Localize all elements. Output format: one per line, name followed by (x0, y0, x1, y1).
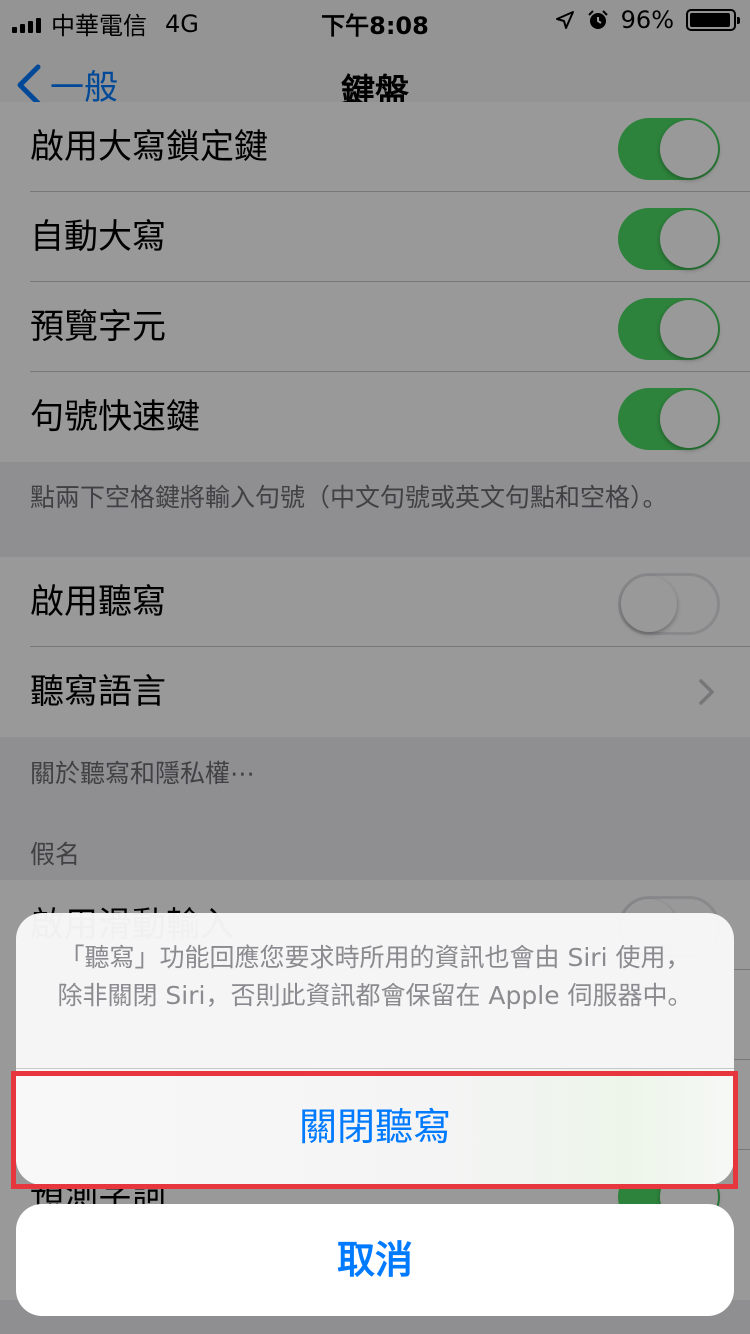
highlight-annotation-box (11, 1071, 738, 1189)
action-sheet-message: 「聽寫」功能回應您要求時所用的資訊也會由 Siri 使用，除非關閉 Siri，否… (57, 943, 693, 1010)
cancel-button[interactable]: 取消 (16, 1204, 734, 1316)
